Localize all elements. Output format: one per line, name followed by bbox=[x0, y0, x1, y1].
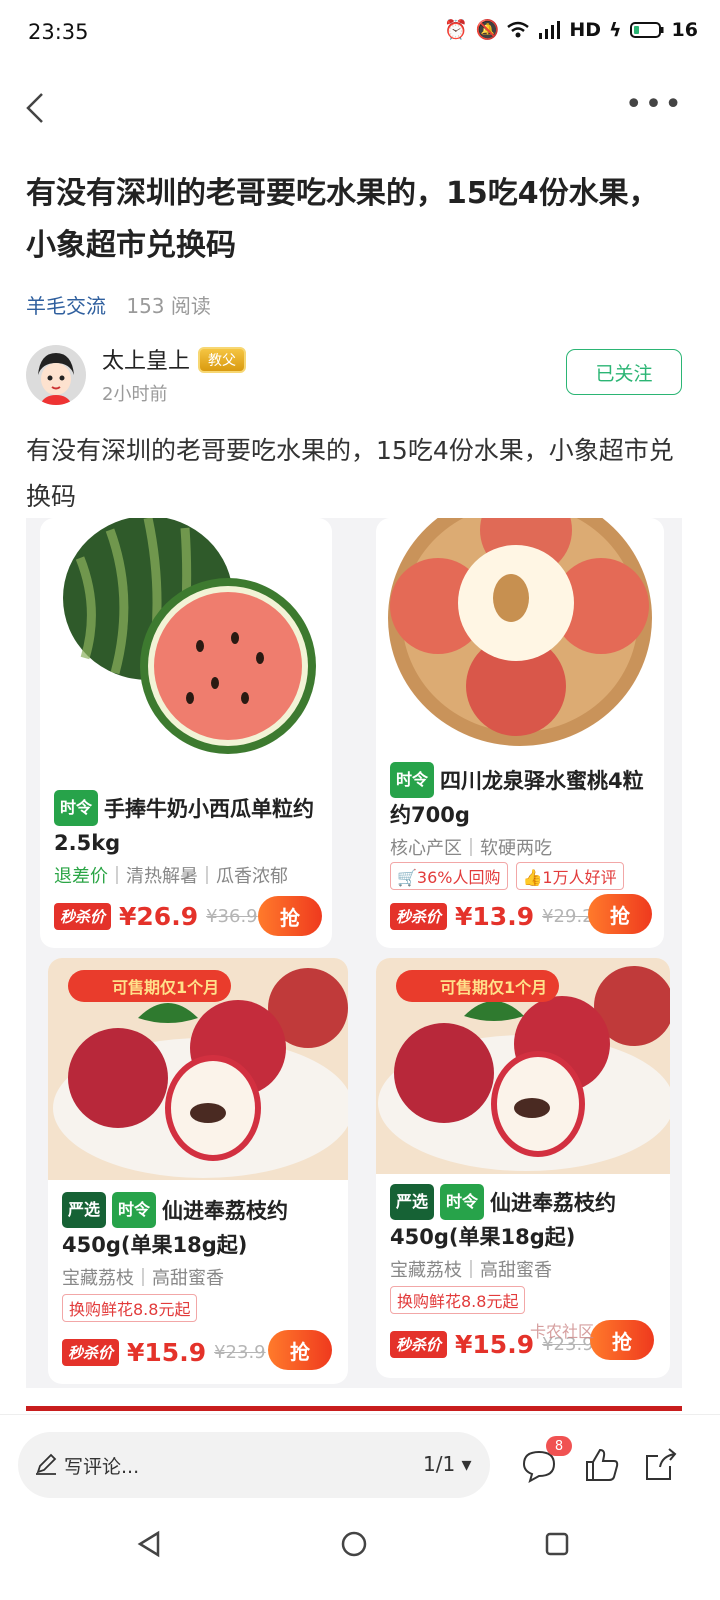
cart-icon: 🛒 bbox=[397, 868, 417, 887]
sale-price: ¥15.9 bbox=[127, 1338, 207, 1367]
page-number: 1/1 bbox=[423, 1452, 456, 1476]
buy-button[interactable]: 抢 bbox=[590, 1320, 654, 1360]
sale-price: ¥15.9 bbox=[455, 1330, 535, 1359]
sale-price: ¥26.9 bbox=[119, 902, 199, 931]
promo-chip: 换购鲜花8.8元起 bbox=[390, 1286, 526, 1314]
comment-count-badge: 8 bbox=[546, 1436, 572, 1456]
original-price: ¥29.2 bbox=[542, 906, 594, 927]
price-row: 秒杀价 ¥15.9 ¥23.9 bbox=[62, 1338, 266, 1367]
select-tag: 严选 bbox=[390, 1184, 435, 1220]
original-price: ¥36.9 bbox=[206, 906, 258, 927]
repurchase-text: 36%人回购 bbox=[416, 868, 501, 887]
status-indicators: ⏰ 🔕 HD ϟ 16 bbox=[443, 18, 698, 42]
price-row: 秒杀价 ¥26.9 ¥36.9 bbox=[54, 902, 258, 931]
pencil-icon bbox=[36, 1453, 57, 1475]
post-meta: 羊毛交流 153 阅读 bbox=[26, 290, 211, 319]
product-chips: 换购鲜花8.8元起 bbox=[390, 1286, 526, 1314]
peach-image bbox=[376, 518, 664, 753]
product-features: 宝藏荔枝｜高甜蜜香 bbox=[62, 1268, 224, 1289]
product-name[interactable]: 严选 时令 仙进奉荔枝约450g(单果18g起) bbox=[62, 1192, 342, 1262]
avatar[interactable] bbox=[26, 345, 86, 405]
watermark: 卡农社区 bbox=[530, 1322, 595, 1341]
status-bar: 23:35 ⏰ 🔕 HD ϟ 16 bbox=[0, 0, 720, 66]
hd-indicator: HD bbox=[569, 18, 601, 41]
buy-button[interactable]: 抢 bbox=[268, 1330, 332, 1370]
flash-sale-label: 秒杀价 bbox=[62, 1339, 120, 1366]
limited-banner: 可售期仅1个月 bbox=[68, 970, 232, 1002]
product-card-lychee-1: 可售期仅1个月 严选 时令 仙进奉荔枝约450g(单果18g起) 宝藏荔枝｜高甜蜜香… bbox=[48, 958, 348, 1384]
product-card-peach: 时令 四川龙泉驿水蜜桃4粒约700g 核心产区｜软硬两吃 🛒36%人回购 👍1万人… bbox=[376, 518, 664, 948]
thumbs-up-icon: 👍 bbox=[522, 868, 543, 887]
charging-icon: ϟ bbox=[609, 18, 622, 41]
nav-back-icon[interactable] bbox=[136, 1530, 164, 1558]
comment-input[interactable]: 写评论... 1/1 ▾ bbox=[18, 1432, 490, 1498]
refund-label: 退差价 bbox=[54, 866, 108, 887]
back-icon[interactable] bbox=[16, 88, 56, 128]
divider bbox=[26, 1406, 682, 1411]
limited-banner: 可售期仅1个月 bbox=[396, 970, 560, 1002]
season-tag: 时令 bbox=[112, 1192, 157, 1228]
product-chips: 换购鲜花8.8元起 bbox=[62, 1294, 198, 1322]
battery-level: 16 bbox=[671, 18, 698, 41]
repurchase-chip: 🛒36%人回购 bbox=[390, 862, 508, 890]
author-badge: 教父 bbox=[198, 347, 247, 373]
watermelon-image bbox=[40, 518, 332, 773]
product-features: 宝藏荔枝｜高甜蜜香 bbox=[390, 1260, 552, 1281]
lychee-image: 可售期仅1个月 bbox=[48, 958, 348, 1180]
post-time: 2小时前 bbox=[102, 384, 168, 405]
original-price: ¥23.9 bbox=[214, 1342, 266, 1363]
season-tag: 时令 bbox=[440, 1184, 485, 1220]
caret-down-icon: ▾ bbox=[461, 1452, 472, 1476]
more-options-icon[interactable]: ••• bbox=[625, 90, 684, 120]
status-time: 23:35 bbox=[28, 20, 89, 44]
alarm-icon: ⏰ bbox=[443, 19, 468, 41]
product-chips: 🛒36%人回购 👍1万人好评 bbox=[390, 862, 624, 890]
buy-button[interactable]: 抢 bbox=[588, 894, 652, 934]
product-card-watermelon: 时令 手捧牛奶小西瓜单粒约2.5kg 退差价｜清热解暑｜瓜香浓郁 秒杀价 ¥26.… bbox=[40, 518, 332, 948]
product-name[interactable]: 严选 时令 仙进奉荔枝约450g(单果18g起) bbox=[390, 1184, 666, 1254]
author-name[interactable]: 太上皇上 bbox=[102, 349, 190, 374]
share-icon[interactable] bbox=[642, 1446, 680, 1484]
season-tag: 时令 bbox=[54, 790, 99, 826]
category-link[interactable]: 羊毛交流 bbox=[26, 294, 106, 318]
product-features: 退差价｜清热解暑｜瓜香浓郁 bbox=[54, 862, 288, 888]
flash-sale-label: 秒杀价 bbox=[54, 903, 112, 930]
avatar-image bbox=[26, 345, 86, 405]
product-name[interactable]: 时令 四川龙泉驿水蜜桃4粒约700g bbox=[390, 762, 660, 832]
wifi-icon bbox=[507, 21, 530, 37]
price-row: 秒杀价 ¥13.9 ¥29.2 bbox=[390, 902, 594, 931]
signal-icon bbox=[539, 20, 561, 39]
author-name-row: 太上皇上 教父 bbox=[102, 343, 247, 375]
feature-text: ｜清热解暑｜瓜香浓郁 bbox=[108, 866, 288, 887]
post-title: 有没有深圳的老哥要吃水果的，15吃4份水果，小象超市兑换码 bbox=[26, 176, 659, 263]
post-image[interactable]: 时令 手捧牛奶小西瓜单粒约2.5kg 退差价｜清热解暑｜瓜香浓郁 秒杀价 ¥26.… bbox=[26, 518, 682, 1388]
page-indicator[interactable]: 1/1 ▾ bbox=[423, 1452, 472, 1476]
product-card-lychee-2: 可售期仅1个月 严选 时令 仙进奉荔枝约450g(单果18g起) 宝藏荔枝｜高甜蜜香… bbox=[376, 958, 670, 1378]
like-icon[interactable] bbox=[583, 1446, 621, 1484]
read-count: 153 阅读 bbox=[126, 294, 211, 318]
flash-sale-label: 秒杀价 bbox=[390, 1331, 448, 1358]
nav-recents-icon[interactable] bbox=[543, 1530, 571, 1558]
lychee-image: 可售期仅1个月 bbox=[376, 958, 670, 1174]
nav-home-icon[interactable] bbox=[340, 1530, 368, 1558]
sale-price: ¥13.9 bbox=[455, 902, 535, 931]
follow-button[interactable]: 已关注 bbox=[566, 349, 682, 395]
post-body: 有没有深圳的老哥要吃水果的，15吃4份水果，小象超市兑换码 bbox=[26, 436, 674, 511]
select-tag: 严选 bbox=[62, 1192, 107, 1228]
flash-sale-label: 秒杀价 bbox=[390, 903, 448, 930]
product-features: 核心产区｜软硬两吃 bbox=[390, 838, 552, 859]
season-tag: 时令 bbox=[390, 762, 435, 798]
battery-icon bbox=[629, 21, 664, 38]
mute-icon: 🔕 bbox=[475, 19, 500, 41]
comment-placeholder: 写评论... bbox=[64, 1456, 140, 1478]
reviews-text: 1万人好评 bbox=[542, 868, 617, 887]
product-name[interactable]: 时令 手捧牛奶小西瓜单粒约2.5kg bbox=[54, 790, 324, 860]
promo-chip: 换购鲜花8.8元起 bbox=[62, 1294, 198, 1322]
reviews-chip: 👍1万人好评 bbox=[515, 862, 624, 890]
system-navigation bbox=[0, 1518, 720, 1600]
buy-button[interactable]: 抢 bbox=[258, 896, 322, 936]
